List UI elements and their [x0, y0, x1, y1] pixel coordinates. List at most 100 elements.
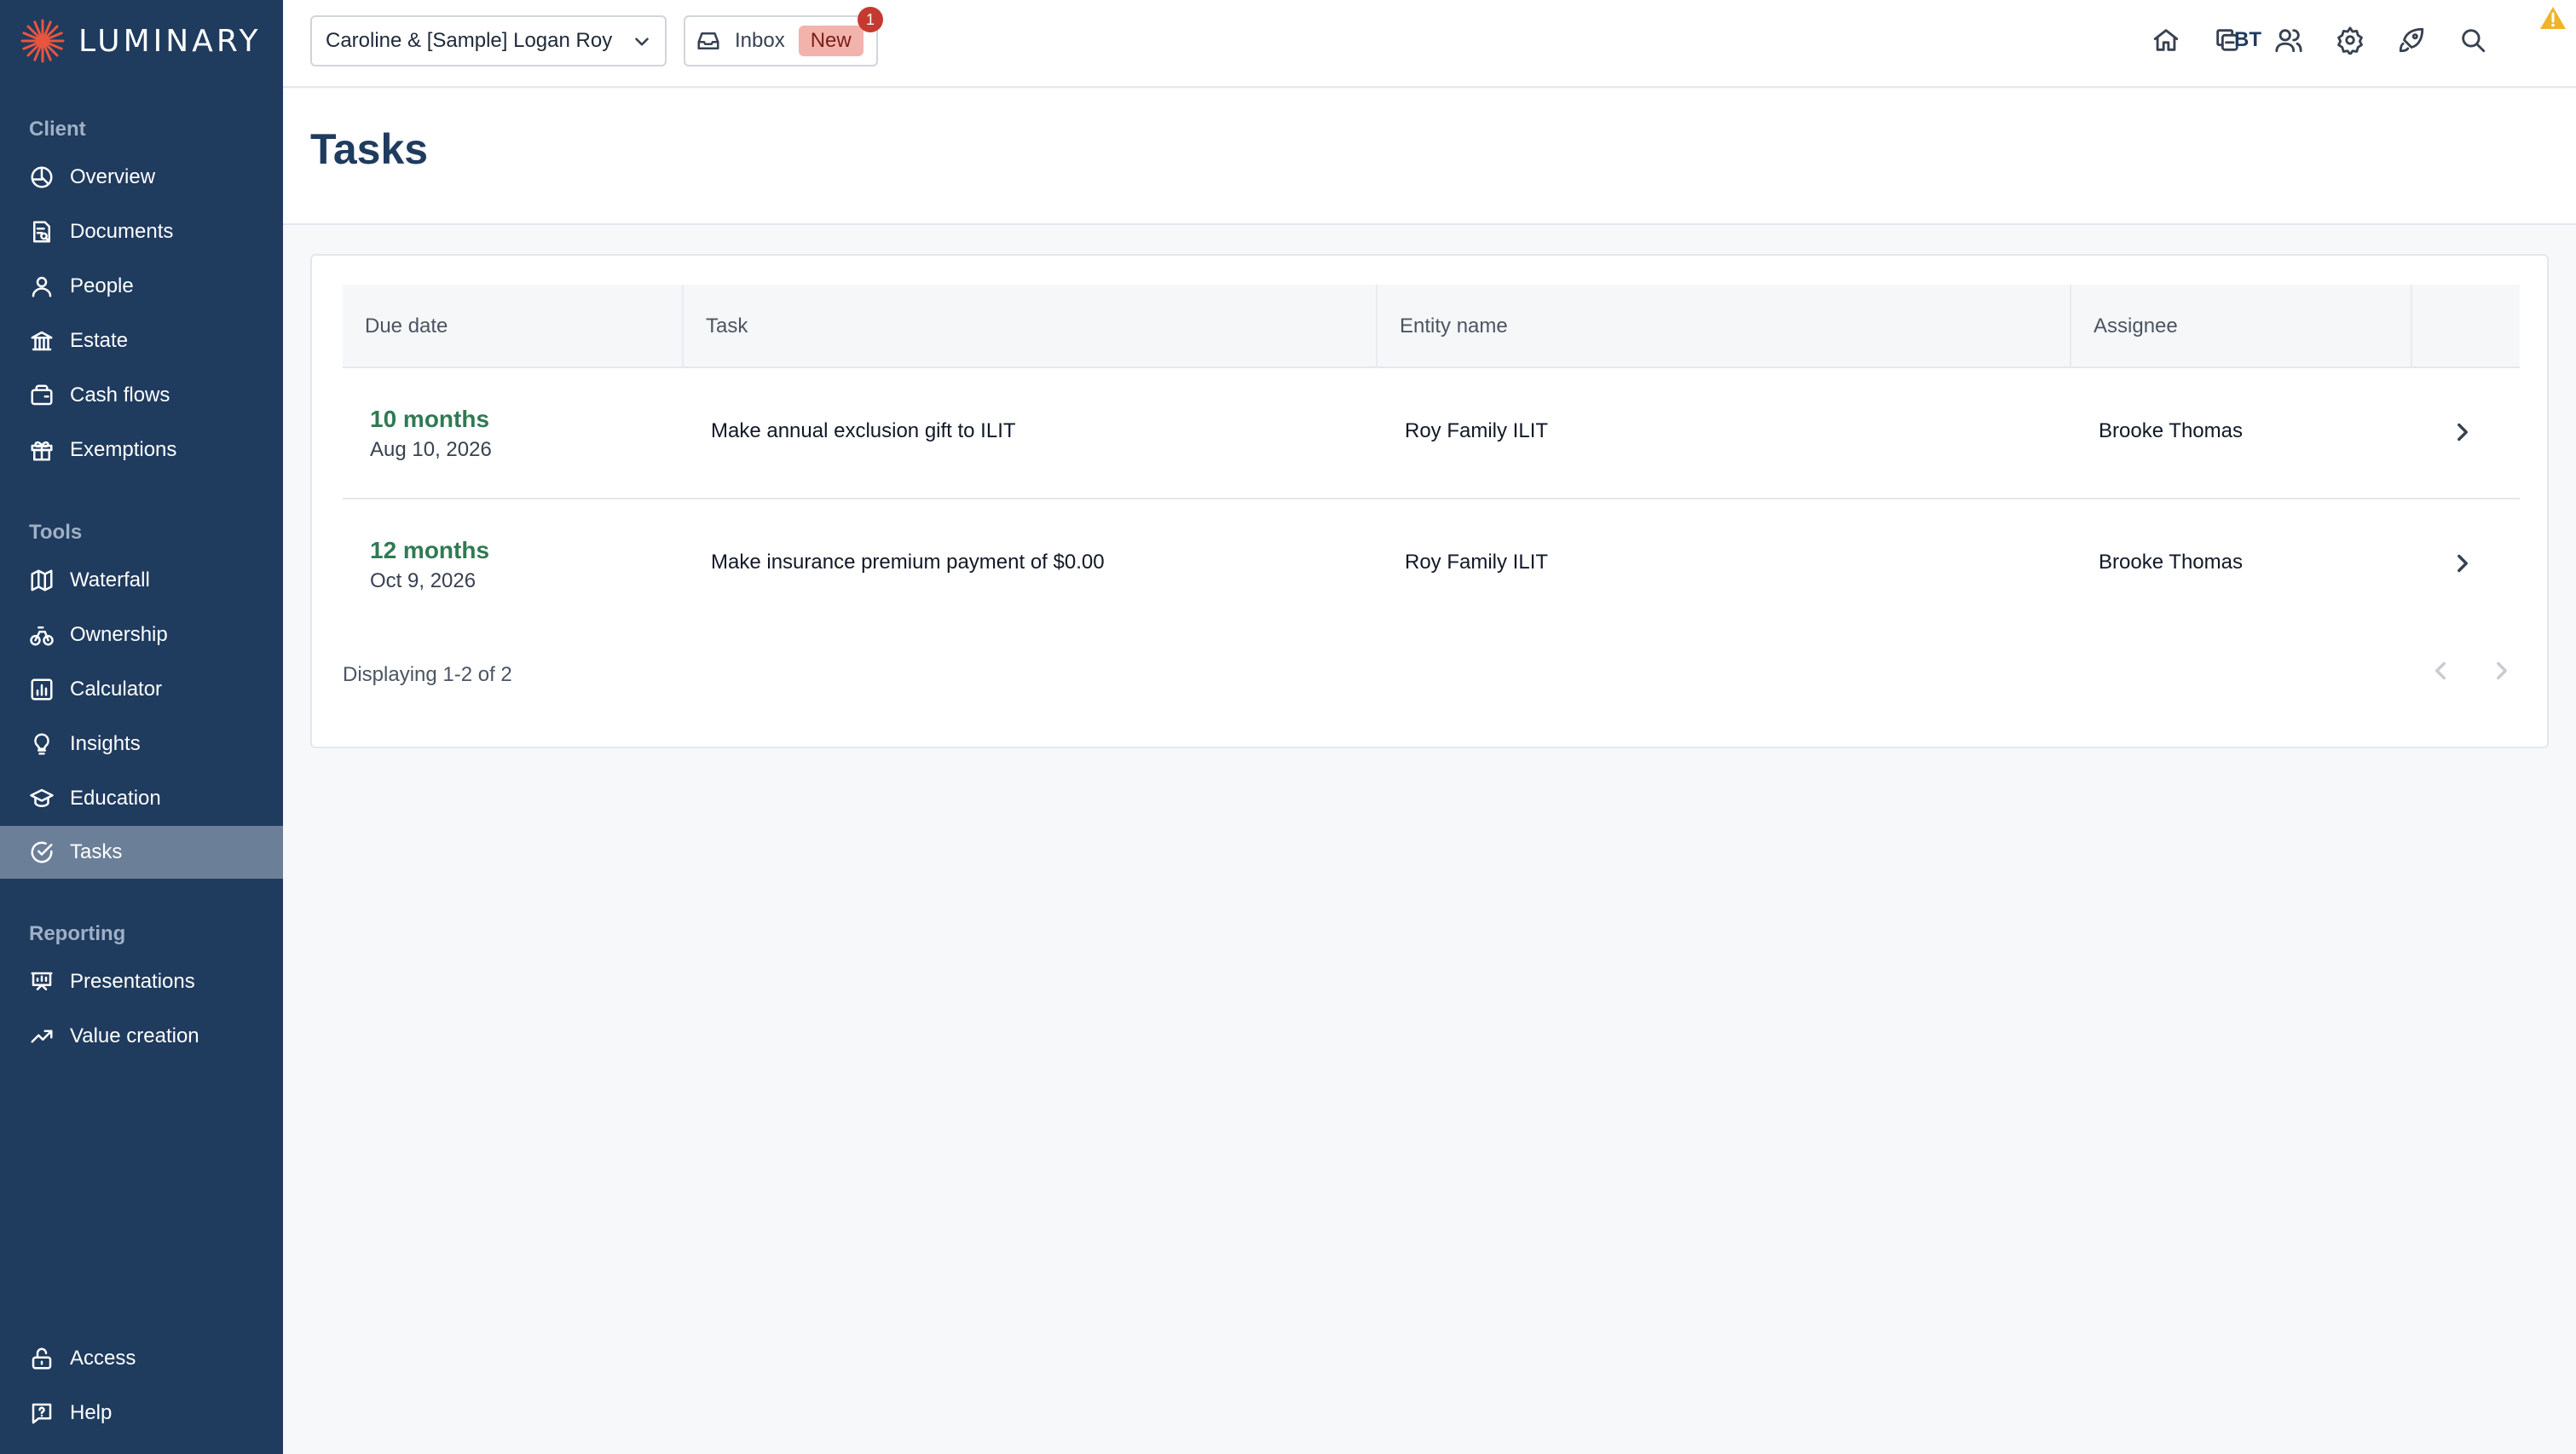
chevron-right-icon: [2458, 554, 2468, 573]
column-header-assignee[interactable]: Assignee: [2071, 285, 2178, 368]
map-icon: [29, 568, 55, 593]
sidebar-item-tasks[interactable]: Tasks: [0, 826, 283, 879]
inbox-button[interactable]: Inbox New: [684, 15, 878, 66]
entity-name: Roy Family ILIT: [1405, 551, 1549, 574]
sidebar-item-label: Cash flows: [70, 384, 170, 407]
gear-icon: [2337, 26, 2363, 55]
sidebar-item-label: People: [70, 274, 134, 297]
sidebar-item-insights[interactable]: Insights: [0, 718, 283, 770]
column-header-entity-name[interactable]: Entity name: [1378, 285, 1508, 368]
sidebar-item-label: Calculator: [70, 678, 163, 701]
documents-icon: [29, 219, 55, 245]
trending-up-icon: [29, 1024, 55, 1049]
table-row[interactable]: 10 months Aug 10, 2026 Make annual exclu…: [343, 368, 2520, 499]
sidebar-item-label: Overview: [70, 165, 156, 188]
client-select[interactable]: Caroline & [Sample] Logan Roy: [310, 15, 667, 66]
table-header: Due date Task Entity name Assignee: [343, 285, 2520, 368]
brand-name: LUMINARY: [78, 23, 262, 59]
section-reporting: Reporting: [29, 922, 126, 945]
chevron-left-icon: [2435, 661, 2446, 680]
people-icon: [29, 274, 55, 299]
assignee-name: Brooke Thomas: [2099, 419, 2243, 442]
sidebar-item-label: Value creation: [70, 1024, 199, 1047]
row-open-button[interactable]: [2448, 418, 2477, 447]
task-name: Make insurance premium payment of $0.00: [711, 551, 1105, 574]
warning-icon: [2540, 7, 2566, 29]
sidebar-item-value-creation[interactable]: Value creation: [0, 1010, 283, 1063]
due-date: Aug 10, 2026: [370, 438, 492, 461]
presentation-icon: [29, 969, 55, 995]
column-divider: [2411, 285, 2412, 368]
sidebar-item-label: Insights: [70, 732, 141, 755]
client-select-value: Caroline & [Sample] Logan Roy: [326, 29, 613, 52]
wallet-icon: [29, 383, 55, 408]
sidebar-item-waterfall[interactable]: Waterfall: [0, 554, 283, 607]
sidebar-item-label: Access: [70, 1347, 136, 1370]
sidebar-item-label: Exemptions: [70, 438, 177, 461]
section-client: Client: [29, 118, 86, 141]
row-open-button[interactable]: [2448, 549, 2477, 578]
luminary-logo-icon: [20, 19, 65, 63]
sidebar-item-overview[interactable]: Overview: [0, 151, 283, 204]
overview-icon: [29, 164, 55, 190]
sidebar: LUMINARY Client Overview Documents Peopl…: [0, 0, 283, 1454]
gift-icon: [29, 437, 55, 463]
sidebar-item-exemptions[interactable]: Exemptions: [0, 424, 283, 476]
avatar[interactable]: BT: [2228, 22, 2267, 58]
tasks-card: Due date Task Entity name Assignee 10 mo…: [310, 254, 2549, 748]
sidebar-item-ownership[interactable]: Ownership: [0, 609, 283, 661]
assignee-name: Brooke Thomas: [2099, 551, 2243, 574]
inbox-count-badge: 1: [858, 7, 883, 32]
sidebar-item-education[interactable]: Education: [0, 772, 283, 825]
estate-icon: [29, 328, 55, 354]
next-page-button[interactable]: [2487, 656, 2518, 687]
check-circle-icon: [29, 840, 55, 865]
pagination-summary: Displaying 1-2 of 2: [343, 663, 512, 686]
rocket-icon: [2399, 27, 2424, 53]
logo[interactable]: LUMINARY: [19, 17, 262, 65]
column-header-task[interactable]: Task: [684, 285, 748, 368]
sidebar-item-label: Waterfall: [70, 568, 150, 591]
chevron-right-icon: [2458, 423, 2468, 441]
column-header-due-date[interactable]: Due date: [343, 285, 448, 368]
home-icon: [2153, 29, 2179, 51]
users-button[interactable]: [2273, 24, 2305, 56]
calculator-icon: [29, 677, 55, 702]
table-row[interactable]: 12 months Oct 9, 2026 Make insurance pre…: [343, 499, 2520, 631]
previous-page-button[interactable]: [2426, 656, 2457, 687]
help-icon: [29, 1400, 55, 1426]
lock-icon: [29, 1346, 55, 1371]
rocket-button[interactable]: [2395, 24, 2428, 56]
sidebar-item-estate[interactable]: Estate: [0, 314, 283, 367]
inbox-icon: [697, 32, 719, 49]
sidebar-item-people[interactable]: People: [0, 260, 283, 313]
sidebar-item-label: Presentations: [70, 970, 195, 993]
due-date: Oct 9, 2026: [370, 569, 477, 592]
search-icon: [2462, 29, 2486, 53]
sidebar-item-label: Tasks: [70, 840, 123, 863]
new-badge: New: [798, 26, 863, 56]
sidebar-item-presentations[interactable]: Presentations: [0, 955, 283, 1008]
sidebar-item-cash-flows[interactable]: Cash flows: [0, 369, 283, 422]
due-relative: 12 months: [370, 537, 490, 563]
search-button[interactable]: [2457, 24, 2489, 56]
chevron-down-icon: [635, 38, 649, 46]
settings-button[interactable]: [2334, 24, 2366, 56]
sidebar-item-label: Education: [70, 787, 161, 810]
sidebar-item-label: Documents: [70, 220, 174, 243]
page-title: Tasks: [310, 125, 429, 173]
page-header: Tasks: [283, 89, 2576, 225]
home-button[interactable]: [2150, 24, 2182, 56]
section-tools: Tools: [29, 521, 83, 544]
sidebar-item-documents[interactable]: Documents: [0, 205, 283, 258]
users-icon: [2275, 29, 2302, 53]
due-relative: 10 months: [370, 406, 490, 432]
sidebar-item-calculator[interactable]: Calculator: [0, 663, 283, 716]
sidebar-item-label: Help: [70, 1401, 113, 1424]
sidebar-item-access[interactable]: Access: [0, 1332, 283, 1385]
entity-name: Roy Family ILIT: [1405, 419, 1549, 442]
sidebar-item-label: Ownership: [70, 623, 168, 646]
sidebar-item-help[interactable]: Help: [0, 1387, 283, 1440]
task-name: Make annual exclusion gift to ILIT: [711, 419, 1016, 442]
lightbulb-icon: [29, 731, 55, 757]
